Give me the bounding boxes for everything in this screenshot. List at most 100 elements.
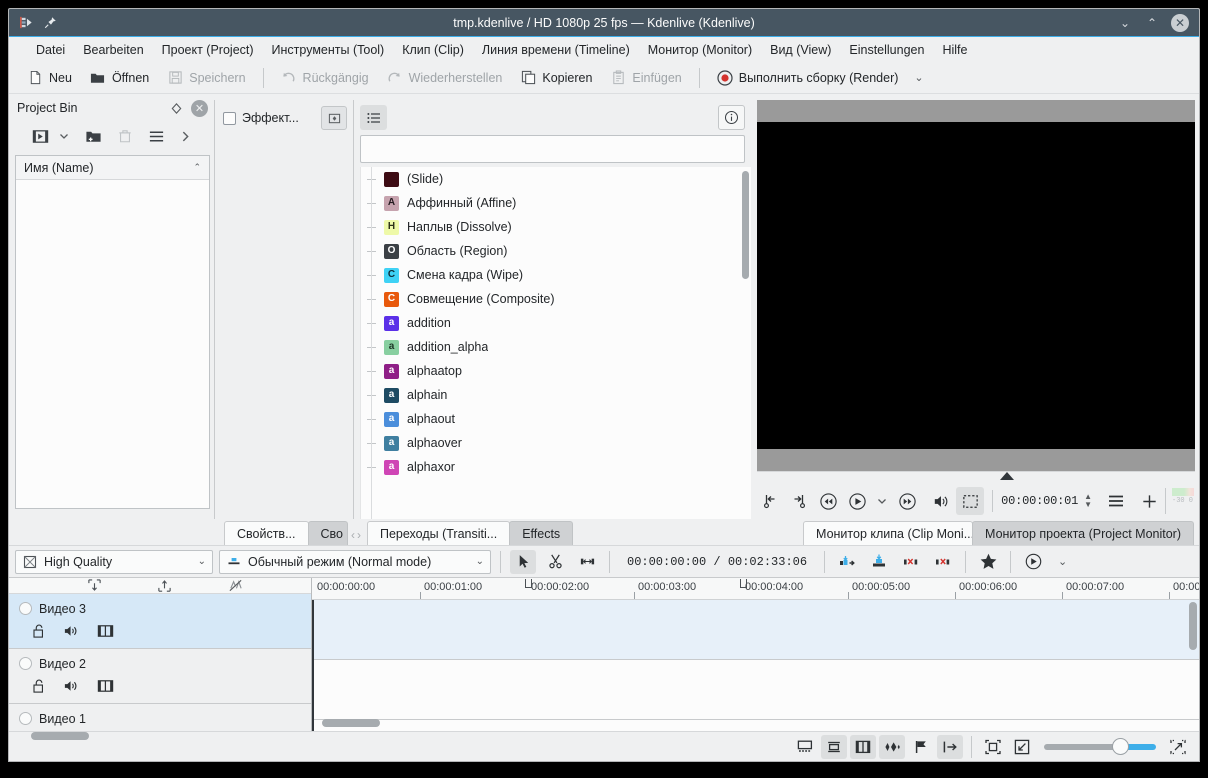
- set-zone-end-button[interactable]: [786, 488, 812, 514]
- track-active-led-icon[interactable]: [19, 657, 32, 670]
- new-button[interactable]: Neu: [19, 66, 80, 90]
- zoom-out-button[interactable]: [1009, 735, 1035, 759]
- menu-monitor[interactable]: Монитор (Monitor): [639, 40, 761, 60]
- project-bin-list[interactable]: Имя (Name) ⌃: [15, 155, 210, 509]
- timeline-guide-marker[interactable]: [525, 579, 532, 588]
- track-name-row[interactable]: Видео 3: [9, 599, 311, 618]
- timeline-ruler[interactable]: 00:00:00:00 00:00:01:00 00:00:02:00 00:0…: [312, 578, 1199, 600]
- list-item[interactable]: a addition: [361, 311, 751, 335]
- rewind-button[interactable]: [815, 488, 841, 514]
- tab-properties-2[interactable]: Сво: [307, 521, 348, 545]
- effect-stack-enable-checkbox[interactable]: [223, 111, 236, 125]
- render-options-chevron-icon[interactable]: ⌄: [908, 71, 929, 84]
- timeline-track-row-video3[interactable]: [312, 600, 1199, 660]
- list-item[interactable]: C Совмещение (Composite): [361, 287, 751, 311]
- add-clip-menu-chevron-icon[interactable]: [55, 127, 73, 145]
- monitor-video-area[interactable]: [757, 122, 1195, 449]
- list-item[interactable]: a alphaxor: [361, 455, 751, 479]
- effects-list-view-button[interactable]: [360, 105, 387, 130]
- copy-button[interactable]: Kopieren: [512, 66, 600, 90]
- pin-icon[interactable]: [42, 15, 58, 31]
- play-menu-chevron-icon[interactable]: [873, 488, 891, 514]
- list-item[interactable]: a addition_alpha: [361, 335, 751, 359]
- track-height-down-button[interactable]: [87, 578, 102, 593]
- close-button[interactable]: ✕: [1171, 13, 1189, 32]
- undo-button[interactable]: Rückgängig: [273, 66, 377, 90]
- video-on-icon[interactable]: [97, 623, 114, 639]
- add-folder-button[interactable]: [82, 125, 105, 148]
- tab-transitions[interactable]: Переходы (Transiti...: [366, 521, 511, 545]
- project-bin-items-area[interactable]: [16, 180, 209, 508]
- close-panel-icon[interactable]: ✕: [191, 99, 208, 117]
- monitor-add-button[interactable]: [1136, 488, 1162, 514]
- timeline-track-row-video2[interactable]: [312, 660, 1199, 720]
- bin-expand-chevron-icon[interactable]: [176, 127, 195, 146]
- mix-disabled-button[interactable]: [228, 578, 243, 593]
- list-item[interactable]: a alphaover: [361, 431, 751, 455]
- render-button[interactable]: Выполнить сборку (Render): [709, 66, 907, 90]
- maximize-button[interactable]: ⌃: [1144, 15, 1160, 31]
- timeline-hscrollbar[interactable]: [322, 719, 380, 727]
- track-height-up-button[interactable]: [157, 578, 172, 593]
- list-item[interactable]: a alphaout: [361, 407, 751, 431]
- audio-on-icon[interactable]: [63, 623, 80, 639]
- list-item[interactable]: O Область (Region): [361, 239, 751, 263]
- monitor-timecode[interactable]: 00:00:00:01: [1001, 494, 1078, 508]
- effects-search-input[interactable]: [360, 135, 746, 163]
- open-button[interactable]: Öffnen: [82, 66, 157, 90]
- monitor-seek-bar[interactable]: [757, 471, 1195, 483]
- favorite-effects-button[interactable]: [975, 550, 1001, 574]
- menu-project[interactable]: Проект (Project): [153, 40, 263, 60]
- selection-tool-button[interactable]: [510, 549, 536, 574]
- float-panel-icon[interactable]: [170, 102, 183, 115]
- bin-options-menu-button[interactable]: [145, 125, 168, 148]
- tab-clip-monitor[interactable]: Монитор клипа (Clip Moni...: [803, 521, 974, 545]
- save-button[interactable]: Speichern: [159, 66, 253, 90]
- preview-quality-combo[interactable]: High Quality ⌄: [15, 549, 213, 574]
- redo-button[interactable]: Wiederherstellen: [379, 66, 511, 90]
- delete-clip-button[interactable]: [114, 125, 136, 147]
- menu-tool[interactable]: Инструменты (Tool): [263, 40, 394, 60]
- menu-einstellungen[interactable]: Einstellungen: [840, 40, 933, 60]
- menu-timeline[interactable]: Линия времени (Timeline): [473, 40, 639, 60]
- track-header-video2[interactable]: Видео 2: [9, 649, 311, 704]
- timeline-clip-area[interactable]: [312, 600, 1199, 731]
- audio-on-icon[interactable]: [63, 678, 80, 694]
- extract-zone-button[interactable]: [898, 550, 924, 574]
- effects-list-scrollbar[interactable]: [742, 171, 750, 279]
- list-item[interactable]: a alphain: [361, 383, 751, 407]
- timeline-track-row-video1[interactable]: [312, 720, 1199, 731]
- paste-button[interactable]: Einfügen: [602, 66, 689, 90]
- track-name-row[interactable]: Видео 2: [9, 654, 311, 673]
- track-name-row[interactable]: Видео 1: [9, 709, 311, 728]
- monitor-menu-button[interactable]: [1103, 488, 1129, 514]
- fit-zoom-button[interactable]: [980, 735, 1006, 759]
- show-markers-button[interactable]: [792, 735, 818, 759]
- timeline-guide-marker[interactable]: [740, 579, 747, 588]
- list-item[interactable]: H Наплыв (Dissolve): [361, 215, 751, 239]
- razor-tool-button[interactable]: [542, 550, 568, 574]
- timeline-preview-button[interactable]: [1020, 550, 1046, 574]
- set-zone-start-button[interactable]: [757, 488, 783, 514]
- tab-effects[interactable]: Effects: [509, 521, 574, 545]
- spacer-tool-button[interactable]: [574, 550, 600, 574]
- lock-open-icon[interactable]: [31, 678, 46, 694]
- track-header-video1[interactable]: Видео 1: [9, 704, 311, 732]
- menu-hilfe[interactable]: Hilfe: [933, 40, 976, 60]
- list-item[interactable]: (Slide): [361, 167, 751, 191]
- list-item[interactable]: C Смена кадра (Wipe): [361, 263, 751, 287]
- track-header-hscrollbar[interactable]: [31, 732, 89, 740]
- play-button[interactable]: [844, 488, 870, 514]
- video-on-icon[interactable]: [97, 678, 114, 694]
- timeline-preview-chevron-icon[interactable]: ⌄: [1052, 555, 1073, 568]
- lock-open-icon[interactable]: [31, 623, 46, 639]
- list-item[interactable]: A Аффинный (Affine): [361, 191, 751, 215]
- show-audio-thumbs-button[interactable]: [879, 734, 905, 759]
- forward-button[interactable]: [894, 488, 920, 514]
- zoom-in-button[interactable]: [1165, 735, 1191, 759]
- show-video-thumbs-button[interactable]: [850, 734, 876, 759]
- edit-mode-combo[interactable]: Обычный режим (Normal mode) ⌄: [219, 549, 491, 574]
- lift-zone-button[interactable]: [930, 550, 956, 574]
- zoom-slider-knob[interactable]: [1112, 738, 1129, 755]
- effects-list-items[interactable]: (Slide) A Аффинный (Affine) H Наплыв (Di…: [360, 167, 752, 519]
